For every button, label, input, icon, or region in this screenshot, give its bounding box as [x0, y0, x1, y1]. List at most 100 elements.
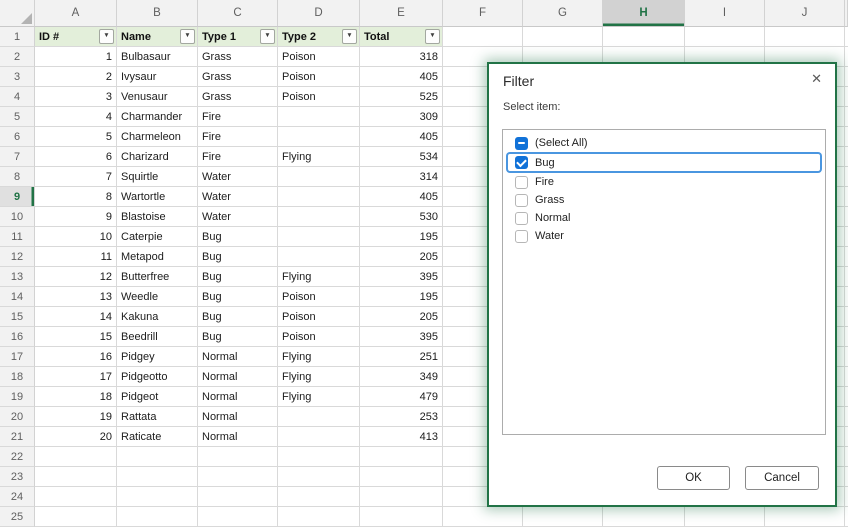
filter-button-E[interactable]: ▼ [425, 29, 440, 44]
cell-E12[interactable]: 205 [360, 247, 443, 267]
cell-H25[interactable] [603, 507, 685, 527]
column-header-G[interactable]: G [523, 0, 603, 27]
cell-D24[interactable] [278, 487, 360, 507]
cell-A14[interactable]: 13 [35, 287, 117, 307]
cell-C10[interactable]: Water [198, 207, 278, 227]
cell-C25[interactable] [198, 507, 278, 527]
cell-D21[interactable] [278, 427, 360, 447]
cancel-button[interactable]: Cancel [745, 466, 819, 490]
cell-E8[interactable]: 314 [360, 167, 443, 187]
cell-C12[interactable]: Bug [198, 247, 278, 267]
cell-D23[interactable] [278, 467, 360, 487]
cell-B15[interactable]: Kakuna [117, 307, 198, 327]
filter-option-bug[interactable]: Bug [506, 152, 822, 173]
cell-A9[interactable]: 8 [35, 187, 117, 207]
cell-B11[interactable]: Caterpie [117, 227, 198, 247]
cell-C2[interactable]: Grass [198, 47, 278, 67]
checkbox-unchecked-icon[interactable] [515, 212, 528, 225]
cell-A13[interactable]: 12 [35, 267, 117, 287]
cell-C8[interactable]: Water [198, 167, 278, 187]
row-header-1[interactable]: 1 [0, 27, 35, 47]
cell-D18[interactable]: Flying [278, 367, 360, 387]
cell-G1[interactable] [523, 27, 603, 47]
row-header-10[interactable]: 10 [0, 207, 35, 227]
cell-E15[interactable]: 205 [360, 307, 443, 327]
cell-A21[interactable]: 20 [35, 427, 117, 447]
row-header-23[interactable]: 23 [0, 467, 35, 487]
cell-C5[interactable]: Fire [198, 107, 278, 127]
cell-E25[interactable] [360, 507, 443, 527]
cell-E20[interactable]: 253 [360, 407, 443, 427]
cell-B17[interactable]: Pidgey [117, 347, 198, 367]
cell-B20[interactable]: Rattata [117, 407, 198, 427]
cell-D16[interactable]: Poison [278, 327, 360, 347]
cell-B5[interactable]: Charmander [117, 107, 198, 127]
cell-C18[interactable]: Normal [198, 367, 278, 387]
cell-C11[interactable]: Bug [198, 227, 278, 247]
cell-C9[interactable]: Water [198, 187, 278, 207]
cell-A25[interactable] [35, 507, 117, 527]
cell-E3[interactable]: 405 [360, 67, 443, 87]
cell-D12[interactable] [278, 247, 360, 267]
cell-D6[interactable] [278, 127, 360, 147]
cell-E22[interactable] [360, 447, 443, 467]
filter-button-A[interactable]: ▼ [99, 29, 114, 44]
row-header-9[interactable]: 9 [0, 187, 35, 207]
filter-button-B[interactable]: ▼ [180, 29, 195, 44]
cell-E6[interactable]: 405 [360, 127, 443, 147]
cell-D19[interactable]: Flying [278, 387, 360, 407]
row-header-19[interactable]: 19 [0, 387, 35, 407]
cell-A8[interactable]: 7 [35, 167, 117, 187]
cell-F25[interactable] [443, 507, 523, 527]
column-header-C[interactable]: C [198, 0, 278, 27]
cell-E17[interactable]: 251 [360, 347, 443, 367]
row-header-20[interactable]: 20 [0, 407, 35, 427]
row-header-21[interactable]: 21 [0, 427, 35, 447]
cell-C13[interactable]: Bug [198, 267, 278, 287]
column-header-D[interactable]: D [278, 0, 360, 27]
row-header-12[interactable]: 12 [0, 247, 35, 267]
cell-C15[interactable]: Bug [198, 307, 278, 327]
cell-E1[interactable]: Total▼ [360, 27, 443, 47]
cell-D15[interactable]: Poison [278, 307, 360, 327]
cell-B8[interactable]: Squirtle [117, 167, 198, 187]
filter-button-C[interactable]: ▼ [260, 29, 275, 44]
cell-D8[interactable] [278, 167, 360, 187]
cell-A12[interactable]: 11 [35, 247, 117, 267]
row-header-17[interactable]: 17 [0, 347, 35, 367]
filter-option-grass[interactable]: Grass [503, 191, 825, 209]
cell-A6[interactable]: 5 [35, 127, 117, 147]
cell-E24[interactable] [360, 487, 443, 507]
cell-B25[interactable] [117, 507, 198, 527]
row-header-15[interactable]: 15 [0, 307, 35, 327]
cell-E4[interactable]: 525 [360, 87, 443, 107]
cell-A4[interactable]: 3 [35, 87, 117, 107]
cell-C6[interactable]: Fire [198, 127, 278, 147]
cell-B1[interactable]: Name▼ [117, 27, 198, 47]
cell-A5[interactable]: 4 [35, 107, 117, 127]
cell-C20[interactable]: Normal [198, 407, 278, 427]
cell-E9[interactable]: 405 [360, 187, 443, 207]
cell-E5[interactable]: 309 [360, 107, 443, 127]
column-header-J[interactable]: J [765, 0, 845, 27]
cell-D9[interactable] [278, 187, 360, 207]
cell-A16[interactable]: 15 [35, 327, 117, 347]
row-header-14[interactable]: 14 [0, 287, 35, 307]
cell-B4[interactable]: Venusaur [117, 87, 198, 107]
row-header-8[interactable]: 8 [0, 167, 35, 187]
filter-option-water[interactable]: Water [503, 227, 825, 245]
cell-B12[interactable]: Metapod [117, 247, 198, 267]
cell-E16[interactable]: 395 [360, 327, 443, 347]
cell-E23[interactable] [360, 467, 443, 487]
cell-D7[interactable]: Flying [278, 147, 360, 167]
checkbox-unchecked-icon[interactable] [515, 176, 528, 189]
cell-B9[interactable]: Wartortle [117, 187, 198, 207]
cell-E18[interactable]: 349 [360, 367, 443, 387]
cell-D17[interactable]: Flying [278, 347, 360, 367]
cell-D20[interactable] [278, 407, 360, 427]
cell-C17[interactable]: Normal [198, 347, 278, 367]
cell-E21[interactable]: 413 [360, 427, 443, 447]
cell-F1[interactable] [443, 27, 523, 47]
cell-E13[interactable]: 395 [360, 267, 443, 287]
row-header-6[interactable]: 6 [0, 127, 35, 147]
